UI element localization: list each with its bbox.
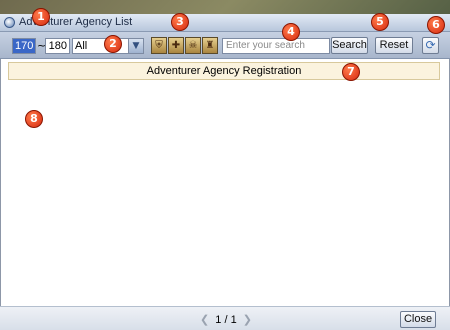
filter-toolbar: 170 ~ 180 All ▼ ⛨ ✚ ☠ ♜ Enter your searc… — [0, 32, 450, 59]
footer-bar: ❮ 1 / 1 ❯ Close — [0, 306, 450, 330]
max-level-input[interactable]: 180 — [45, 38, 70, 54]
callout-marker-5: 5 — [371, 13, 389, 31]
callout-marker-7: 7 — [342, 63, 360, 81]
callout-marker-3: 3 — [171, 13, 189, 31]
shield-emblem-icon[interactable]: ⛨ — [151, 37, 167, 54]
agency-list — [8, 82, 440, 304]
callout-marker-4: 4 — [282, 23, 300, 41]
callout-marker-6: 6 — [427, 16, 445, 34]
reset-button[interactable]: Reset — [375, 37, 413, 54]
page-indicator: 1 / 1 — [215, 314, 237, 326]
callout-marker-8: 8 — [25, 110, 43, 128]
mask-emblem-icon[interactable]: ☠ — [185, 37, 201, 54]
callout-marker-1: 1 — [32, 8, 50, 26]
close-button[interactable]: Close — [400, 311, 436, 328]
next-page-icon[interactable]: ❯ — [243, 313, 252, 326]
min-level-input[interactable]: 170 — [12, 38, 36, 54]
pagination: ❮ 1 / 1 ❯ — [200, 313, 252, 326]
search-button[interactable]: Search — [331, 37, 368, 54]
cross-emblem-icon[interactable]: ✚ — [168, 37, 184, 54]
window-globe-icon — [4, 17, 15, 28]
prev-page-icon[interactable]: ❮ — [200, 313, 209, 326]
refresh-icon[interactable]: ⟳ — [422, 37, 439, 54]
search-input[interactable]: Enter your search — [222, 38, 330, 54]
figure-emblem-icon[interactable]: ♜ — [202, 37, 218, 54]
callout-marker-2: 2 — [104, 35, 122, 53]
registration-button[interactable]: Adventurer Agency Registration — [8, 62, 440, 80]
chevron-down-icon[interactable]: ▼ — [128, 38, 144, 54]
